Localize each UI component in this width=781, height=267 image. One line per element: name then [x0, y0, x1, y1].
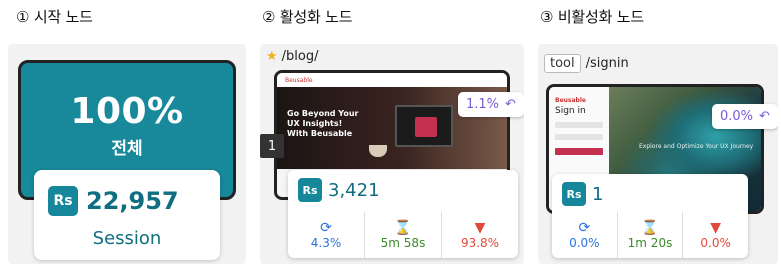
session-count: 22,957 [86, 187, 179, 215]
metric-exit: ▼ 93.8% [442, 212, 518, 258]
metric-exit-value: 93.8% [460, 236, 500, 250]
thumb-button [555, 148, 603, 155]
metric-time-value: 1m 20s [627, 236, 673, 250]
undo-arrow-icon: ↶ [505, 97, 516, 112]
undo-arrow-icon: ↶ [759, 109, 770, 124]
panel-title-inactive: ③ 비활성화 노드 [540, 8, 644, 26]
inactive-node-metrics: ⟳ 0.0% ⌛ 1m 20s ▼ 0.0% [552, 212, 748, 258]
inactive-node-percent: 0.0% [720, 109, 754, 124]
active-node-metrics: ⟳ 4.3% ⌛ 5m 58s ▼ 93.8% [288, 212, 518, 258]
inactive-node-url: /signin [585, 56, 629, 71]
star-icon: ★ [266, 49, 278, 64]
metric-exit: ▼ 0.0% [683, 212, 748, 258]
metric-time: ⌛ 5m 58s [365, 212, 442, 258]
inactive-node-url-row: tool /signin [544, 54, 629, 73]
exit-arrow-icon: ▼ [474, 220, 486, 236]
start-node-panel: 100% 전체 Rs 22,957 Session [8, 44, 246, 264]
thumb-laptop-image [395, 105, 453, 147]
active-node-url: /blog/ [281, 49, 319, 64]
thumb-field [555, 134, 603, 140]
start-node-session-card: Rs 22,957 Session [34, 170, 220, 260]
step-number-badge: 1 [260, 134, 284, 158]
refresh-icon: ⟳ [320, 220, 332, 236]
thumb-field [555, 122, 603, 128]
active-node-url-row: ★ /blog/ [266, 49, 319, 64]
exit-arrow-icon: ▼ [710, 220, 722, 236]
active-node-count: 3,421 [328, 179, 380, 201]
user-icon: Rs [298, 178, 322, 202]
start-node-percent: 100% [70, 91, 184, 132]
panel-title-start: ① 시작 노드 [16, 8, 93, 26]
tool-tag: tool [544, 54, 581, 73]
active-node-percent: 1.1% [466, 97, 500, 112]
thumb-heading: Sign in [555, 106, 586, 116]
thumb-nav: Beusable [277, 73, 507, 87]
session-label: Session [92, 228, 162, 249]
thumb-caption: Explore and Optimize Your UX Journey [639, 143, 754, 150]
user-icon: Rs [48, 186, 78, 216]
active-node-stat-card: Rs 3,421 ⟳ 4.3% ⌛ 5m 58s ▼ 93.8% [288, 170, 518, 258]
start-node-scope: 전체 [111, 139, 143, 159]
hourglass-icon: ⌛ [641, 220, 659, 236]
thumb-hero-text: Go Beyond Your UX Insights! With Beusabl… [287, 109, 358, 139]
inactive-node-percent-badge[interactable]: 0.0% ↶ [712, 104, 778, 129]
thumb-cup-image [369, 145, 387, 157]
inactive-node-stat-card: Rs 1 ⟳ 0.0% ⌛ 1m 20s ▼ 0.0% [552, 174, 748, 258]
hero-line: Go Beyond Your [287, 109, 359, 118]
inactive-node-count: 1 [592, 183, 604, 205]
user-icon: Rs [562, 182, 586, 206]
active-node-panel: ★ /blog/ Beusable Go Beyond Your UX Insi… [260, 44, 524, 264]
hero-line: With Beusable [287, 129, 353, 138]
metric-exit-value: 0.0% [700, 236, 731, 250]
hourglass-icon: ⌛ [394, 220, 412, 236]
thumb-logo: Beusable [555, 97, 586, 104]
metric-returning-value: 0.0% [569, 236, 600, 250]
metric-returning-value: 4.3% [310, 236, 342, 250]
active-node-percent-badge[interactable]: 1.1% ↶ [458, 92, 524, 117]
thumb-nav-logo: Beusable [285, 76, 313, 84]
refresh-icon: ⟳ [578, 220, 591, 236]
panel-title-active: ② 활성화 노드 [262, 8, 353, 26]
metric-time: ⌛ 1m 20s [618, 212, 684, 258]
metric-time-value: 5m 58s [380, 236, 426, 250]
metric-returning: ⟳ 4.3% [288, 212, 365, 258]
metric-returning: ⟳ 0.0% [552, 212, 618, 258]
inactive-node-panel: tool /signin Beusable Sign in Explore an… [538, 44, 778, 264]
hero-line: UX Insights! [287, 119, 343, 128]
